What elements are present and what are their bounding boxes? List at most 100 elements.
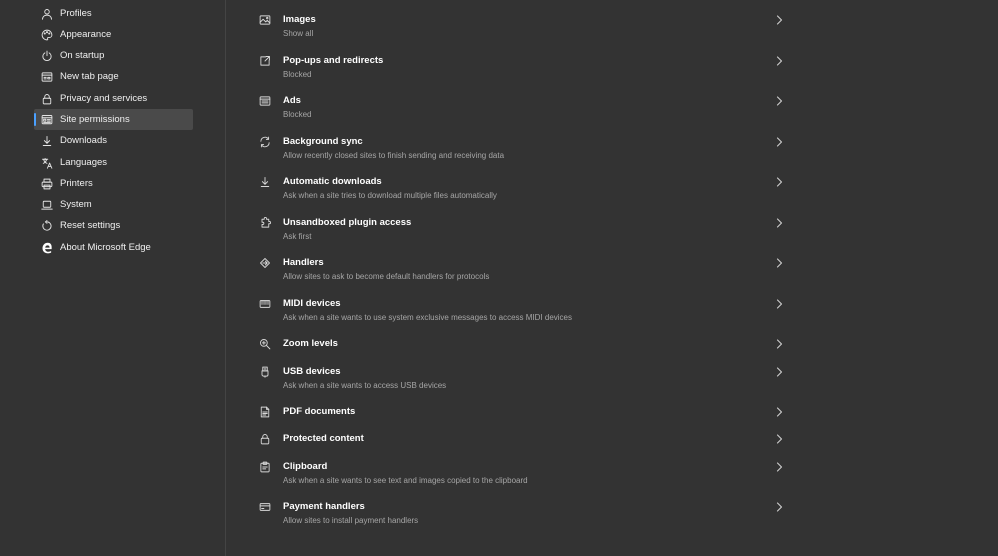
- permission-title: Handlers: [283, 257, 324, 268]
- permission-subtitle: Ask when a site wants to access USB devi…: [283, 381, 447, 390]
- sidebar-item-label: Printers: [60, 178, 93, 189]
- permission-title: Protected content: [283, 433, 364, 444]
- sidebar-item-printers[interactable]: Printers: [34, 173, 193, 194]
- permission-subtitle: Blocked: [283, 110, 312, 119]
- chevron-right-icon: [774, 136, 784, 148]
- permission-row-pdf-documents[interactable]: PDF documents: [251, 406, 791, 420]
- permission-row-unsandboxed-plugin-access[interactable]: Unsandboxed plugin access Ask first: [251, 217, 791, 245]
- languages-icon: [40, 156, 53, 169]
- chevron-right-icon: [774, 433, 784, 445]
- chevron-right-icon: [774, 461, 784, 473]
- pdf-icon: [258, 405, 272, 419]
- permission-title: Clipboard: [283, 461, 328, 472]
- sidebar-item-label: Reset settings: [60, 220, 121, 231]
- permission-row-automatic-downloads[interactable]: Automatic downloads Ask when a site tries…: [251, 176, 791, 204]
- sidebar-item-new-tab-page[interactable]: New tab page: [34, 66, 193, 87]
- sidebar-item-label: New tab page: [60, 71, 119, 82]
- permission-row-zoom-levels[interactable]: Zoom levels: [251, 338, 791, 352]
- permission-subtitle: Ask when a site tries to download multip…: [283, 191, 497, 200]
- sidebar-item-label: Downloads: [60, 135, 107, 146]
- sidebar-item-label: Appearance: [60, 29, 112, 40]
- chevron-right-icon: [774, 176, 784, 188]
- chevron-right-icon: [774, 406, 784, 418]
- permission-row-midi-devices[interactable]: MIDI devices Ask when a site wants to use…: [251, 298, 791, 326]
- power-icon: [40, 49, 53, 62]
- sidebar-item-downloads[interactable]: Downloads: [34, 130, 193, 151]
- chevron-right-icon: [774, 95, 784, 107]
- lock-icon: [258, 432, 272, 446]
- chevron-right-icon: [774, 217, 784, 229]
- zoom-icon: [258, 337, 272, 351]
- image-icon: [258, 13, 272, 27]
- sidebar-item-site-permissions[interactable]: Site permissions: [34, 109, 193, 130]
- download-icon: [258, 175, 272, 189]
- permission-title: MIDI devices: [283, 298, 341, 309]
- permission-subtitle: Blocked: [283, 70, 312, 79]
- site-permissions-icon: [40, 113, 53, 126]
- sidebar-item-label: Profiles: [60, 8, 92, 19]
- sidebar-item-languages[interactable]: Languages: [34, 152, 193, 173]
- chevron-right-icon: [774, 257, 784, 269]
- reset-icon: [40, 219, 53, 232]
- card-icon: [258, 500, 272, 514]
- sidebar-item-label: Languages: [60, 157, 108, 168]
- person-icon: [40, 7, 53, 20]
- usb-icon: [258, 365, 272, 379]
- lock-icon: [40, 92, 53, 105]
- sidebar-item-reset-settings[interactable]: Reset settings: [34, 215, 193, 236]
- permission-row-handlers[interactable]: Handlers Allow sites to ask to become def…: [251, 257, 791, 285]
- permission-row-usb-devices[interactable]: USB devices Ask when a site wants to acce…: [251, 366, 791, 394]
- midi-icon: [258, 297, 272, 311]
- laptop-icon: [40, 198, 53, 211]
- sidebar-item-profiles[interactable]: Profiles: [34, 3, 193, 24]
- sidebar-item-system[interactable]: System: [34, 194, 193, 215]
- popup-icon: [258, 54, 272, 68]
- permission-title: Ads: [283, 95, 301, 106]
- download-icon: [40, 134, 53, 147]
- permission-title: Automatic downloads: [283, 176, 382, 187]
- sidebar-item-label: On startup: [60, 50, 105, 61]
- permission-title: Payment handlers: [283, 501, 365, 512]
- permission-title: PDF documents: [283, 406, 356, 417]
- permission-row-pop-ups-and-redirects[interactable]: Pop-ups and redirects Blocked: [251, 55, 791, 83]
- chevron-right-icon: [774, 501, 784, 513]
- sidebar-item-on-startup[interactable]: On startup: [34, 45, 193, 66]
- sync-icon: [258, 135, 272, 149]
- permission-subtitle: Show all: [283, 29, 314, 38]
- permission-subtitle: Allow recently closed sites to finish se…: [283, 151, 505, 160]
- permission-row-protected-content[interactable]: Protected content: [251, 433, 791, 447]
- permission-row-ads[interactable]: Ads Blocked: [251, 95, 791, 123]
- permission-title: Unsandboxed plugin access: [283, 217, 412, 228]
- sidebar-item-appearance[interactable]: Appearance: [34, 24, 193, 45]
- sidebar-divider: [225, 0, 226, 556]
- chevron-right-icon: [774, 338, 784, 350]
- chevron-right-icon: [774, 14, 784, 26]
- sidebar-item-label: Site permissions: [60, 114, 130, 125]
- permission-row-payment-handlers[interactable]: Payment handlers Allow sites to install p…: [251, 501, 791, 529]
- permission-title: Images: [283, 14, 316, 25]
- permission-subtitle: Ask when a site wants to use system excl…: [283, 313, 573, 322]
- settings-sidebar: Profiles Appearance On startup New tab page…: [0, 0, 225, 556]
- chevron-right-icon: [774, 55, 784, 67]
- permission-title: USB devices: [283, 366, 341, 377]
- handlers-icon: [258, 256, 272, 270]
- plugin-icon: [258, 216, 272, 230]
- ads-icon: [258, 94, 272, 108]
- chevron-right-icon: [774, 366, 784, 378]
- permission-row-background-sync[interactable]: Background sync Allow recently closed sit…: [251, 136, 791, 164]
- sidebar-item-label: About Microsoft Edge: [60, 242, 151, 253]
- permission-row-images[interactable]: Images Show all: [251, 14, 791, 42]
- palette-icon: [40, 28, 53, 41]
- sidebar-item-privacy-and-services[interactable]: Privacy and services: [34, 88, 193, 109]
- sidebar-item-label: Privacy and services: [60, 93, 148, 104]
- chevron-right-icon: [774, 298, 784, 310]
- permission-row-clipboard[interactable]: Clipboard Ask when a site wants to see te…: [251, 461, 791, 489]
- permission-subtitle: Allow sites to install payment handlers: [283, 516, 419, 525]
- sidebar-item-label: System: [60, 199, 92, 210]
- sidebar-item-about-microsoft-edge[interactable]: About Microsoft Edge: [34, 237, 193, 258]
- clipboard-icon: [258, 460, 272, 474]
- permission-subtitle: Ask first: [283, 232, 312, 241]
- permission-subtitle: Allow sites to ask to become default han…: [283, 272, 490, 281]
- permission-subtitle: Ask when a site wants to see text and im…: [283, 476, 528, 485]
- active-indicator: [34, 113, 36, 126]
